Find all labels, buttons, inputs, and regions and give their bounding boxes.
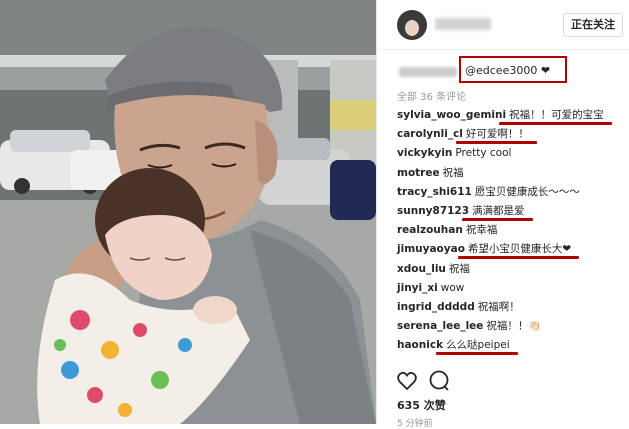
comment-username[interactable]: ingrid_ddddd xyxy=(397,301,475,313)
all-comments-link[interactable]: 全部 36 条评论 xyxy=(397,88,466,103)
comment-row: sylvia_woo_gemini 祝福！！可爱的宝宝 xyxy=(397,106,627,125)
comment-username[interactable]: xdou_liu xyxy=(397,263,446,275)
photo-illustration xyxy=(0,0,376,424)
comment-row: tracy_shi611 愿宝贝健康成长～～～ xyxy=(397,183,627,202)
comment-username[interactable]: carolynli_cl xyxy=(397,128,463,140)
blurred-username[interactable] xyxy=(435,18,491,30)
heart-icon[interactable] xyxy=(397,371,417,391)
comment-list: sylvia_woo_gemini 祝福！！可爱的宝宝 carolynli_cl 好可… xyxy=(397,106,627,356)
comment-text: 么么哒peipei xyxy=(446,339,510,352)
comment-username[interactable]: sylvia_woo_gemini xyxy=(397,109,506,121)
comment-row: realzouhan 祝幸福 xyxy=(397,221,627,240)
blurred-caption-username[interactable] xyxy=(399,67,457,77)
annotation-box xyxy=(459,56,567,83)
comment-row: motree 祝福 xyxy=(397,164,627,183)
comment-username[interactable]: sunny87123 xyxy=(397,205,469,217)
comment-row: ingrid_ddddd 祝福啊！ xyxy=(397,298,627,317)
comment-text: 祝福 xyxy=(448,262,470,275)
comment-username[interactable]: serena_lee_lee xyxy=(397,320,483,332)
action-bar xyxy=(397,370,457,396)
comment-text: 好可爱啊！！ xyxy=(465,128,529,141)
comment-username[interactable]: motree xyxy=(397,167,440,179)
comment-username[interactable]: haonick xyxy=(397,339,443,351)
comment-username[interactable]: jinyi_xi xyxy=(397,282,438,294)
comment-row: carolynli_cl 好可爱啊！！ xyxy=(397,125,627,145)
comment-text: 祝福 xyxy=(442,166,464,179)
post-header: 正在关注 xyxy=(377,0,629,50)
comment-username[interactable]: vickykyin xyxy=(397,147,452,159)
annotation-underline xyxy=(436,352,518,356)
like-count[interactable]: 635 次赞 xyxy=(397,397,446,413)
comment-text: 祝福！！👏🏻 xyxy=(486,320,542,333)
post-photo xyxy=(0,0,376,424)
comment-row: sunny87123 满满都是爱 xyxy=(397,202,627,221)
comment-text: 祝幸福 xyxy=(465,224,498,237)
comment-text: Pretty cool xyxy=(455,147,512,160)
comment-row: xdou_liu 祝福 xyxy=(397,260,627,279)
comment-row: jinyi_xi wow xyxy=(397,279,627,298)
comment-text: 希望小宝贝健康长大❤ xyxy=(467,243,572,256)
comment-text: wow xyxy=(440,281,465,294)
comment-text: 愿宝贝健康成长～～～ xyxy=(474,185,580,198)
comment-username[interactable]: realzouhan xyxy=(397,224,463,236)
comment-text: 满满都是爱 xyxy=(472,204,525,217)
post-side-panel: 正在关注 @edcee3000 ❤ 全部 36 条评论 sylvia_woo_g… xyxy=(376,0,629,429)
following-button[interactable]: 正在关注 xyxy=(563,13,623,37)
comment-row: vickykyin Pretty cool xyxy=(397,144,627,163)
comment-icon[interactable] xyxy=(429,370,449,391)
comment-username[interactable]: jimuyaoyao xyxy=(397,243,465,255)
comment-row: serena_lee_lee 祝福！！👏🏻 xyxy=(397,317,627,336)
comment-row: jimuyaoyao 希望小宝贝健康长大❤ xyxy=(397,240,627,260)
comment-username[interactable]: tracy_shi611 xyxy=(397,186,472,198)
comment-text: 祝福！！可爱的宝宝 xyxy=(509,109,604,121)
avatar[interactable] xyxy=(397,10,427,40)
comment-row: haonick 么么哒peipei xyxy=(397,336,627,356)
post-timestamp: 5 分钟前 xyxy=(397,419,433,429)
comment-text: 祝福啊！ xyxy=(477,300,520,313)
